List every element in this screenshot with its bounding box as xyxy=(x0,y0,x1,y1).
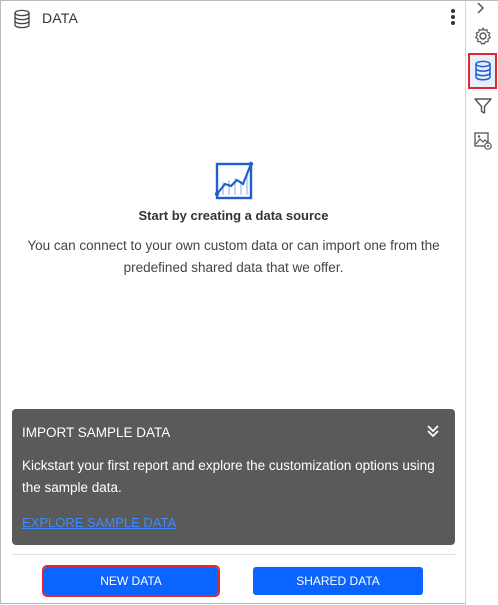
import-sample-data-box: IMPORT SAMPLE DATA Kickstart your first … xyxy=(12,409,455,545)
empty-state: Start by creating a data source You can … xyxy=(2,160,465,279)
double-chevron-down-icon[interactable] xyxy=(424,422,442,440)
line-chart-icon xyxy=(214,161,253,200)
empty-state-title: Start by creating a data source xyxy=(138,208,329,223)
toolbar-data[interactable] xyxy=(468,53,497,89)
filter-icon xyxy=(473,97,492,114)
sample-title: IMPORT SAMPLE DATA xyxy=(22,425,171,440)
database-icon xyxy=(14,9,30,29)
toolbar-filter[interactable] xyxy=(468,91,497,120)
gear-icon xyxy=(474,26,491,45)
data-panel: DATA Start by creating a data source You… xyxy=(2,2,465,603)
footer-divider xyxy=(12,554,457,555)
toolbar-image-settings[interactable] xyxy=(468,126,497,155)
empty-state-description: You can connect to your own custom data … xyxy=(27,238,440,275)
sample-description: Kickstart your first report and explore … xyxy=(22,458,435,495)
image-settings-icon xyxy=(473,131,492,150)
app-frame: DATA Start by creating a data source You… xyxy=(0,0,498,605)
database-icon xyxy=(474,60,491,81)
new-data-button[interactable]: NEW DATA xyxy=(42,565,220,597)
toolbar-settings[interactable] xyxy=(468,21,497,50)
chevron-right-icon[interactable] xyxy=(474,1,488,15)
shared-data-button[interactable]: SHARED DATA xyxy=(253,567,423,595)
explore-sample-data-link[interactable]: EXPLORE SAMPLE DATA xyxy=(22,515,176,530)
panel-header: DATA xyxy=(2,2,465,34)
more-vertical-icon[interactable] xyxy=(448,8,458,28)
panel-title: DATA xyxy=(42,10,79,26)
right-toolbar xyxy=(465,1,498,605)
